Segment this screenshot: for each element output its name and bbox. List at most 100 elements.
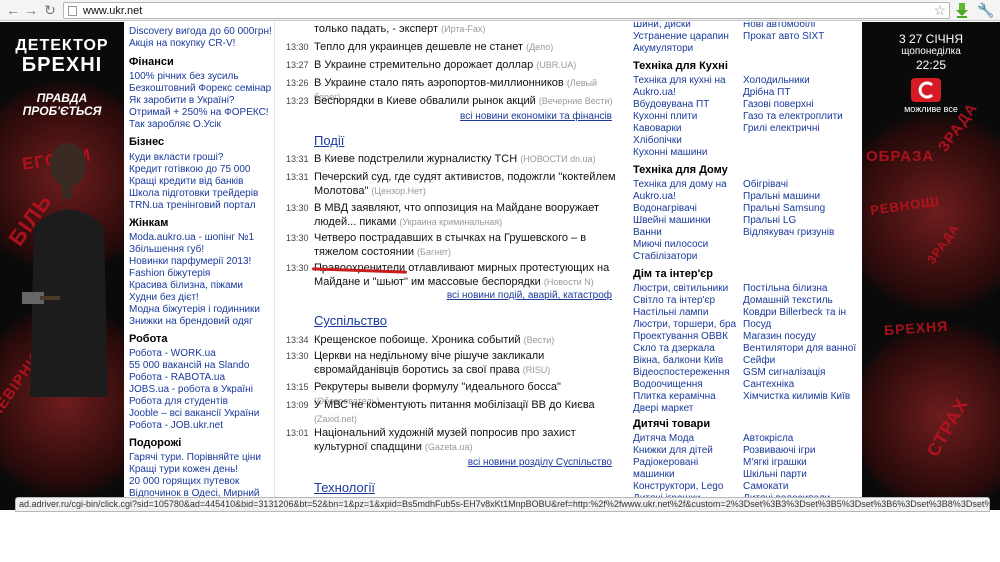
bookmark-star-icon[interactable]: ☆: [933, 2, 946, 19]
shop-link[interactable]: Конструктори, Lego: [633, 481, 723, 493]
section-title-link[interactable]: Суспільство: [314, 313, 387, 328]
news-headline[interactable]: Церкви на недільному віче рішуче заклика…: [314, 350, 544, 376]
ad-link[interactable]: Худни без дієт!: [129, 292, 199, 304]
news-headline[interactable]: В Украине стремительно дорожает доллар: [314, 59, 533, 71]
news-headline[interactable]: Рекрутеры вывели формулу "идеального бос…: [314, 381, 561, 393]
ad-link[interactable]: Збільшення губ!: [129, 244, 204, 256]
ad-link[interactable]: 20 000 горящих путевок: [129, 476, 239, 488]
shop-link[interactable]: Люстри, світильники: [633, 283, 728, 295]
shop-link[interactable]: Магазин посуду: [743, 331, 816, 343]
shop-link[interactable]: Нові автомобілі: [743, 22, 815, 31]
ad-link[interactable]: Кращі тури кожен день!: [129, 464, 238, 476]
shop-link[interactable]: Швейні машинки: [633, 215, 711, 227]
shop-link[interactable]: Хлібопічки: [633, 135, 682, 147]
news-item[interactable]: Тепло для украинцев дешевле не станет (Д…: [314, 40, 622, 54]
shop-link[interactable]: Дрібна ПТ: [743, 87, 790, 99]
shop-link[interactable]: Кухонні плити: [633, 111, 697, 123]
shop-link[interactable]: Пральні Samsung: [743, 203, 825, 215]
news-item[interactable]: В Украине стремительно дорожает доллар (…: [314, 58, 622, 72]
ad-link[interactable]: Акція на покупку CR-V!: [129, 38, 235, 50]
ad-link[interactable]: 55 000 вакансій на Slando: [129, 360, 249, 372]
shop-link[interactable]: Кухонні машини: [633, 147, 707, 159]
ad-link[interactable]: Moda.aukro.ua - шопінг №1: [129, 232, 254, 244]
news-headline[interactable]: У МВС не коментують питання мобілізації …: [314, 399, 595, 411]
shop-link[interactable]: Миючі пилососи: [633, 239, 708, 251]
ad-link[interactable]: Отримай + 250% на ФОРЕКС!: [129, 107, 269, 119]
section-title-link[interactable]: Технології: [314, 480, 375, 495]
ad-link[interactable]: Робота для студентів: [129, 396, 228, 408]
left-ad-banner[interactable]: ДЕТЕКТОР БРЕХНІ ПРАВДА ПРОБ'ЄТЬСЯ ЕГОЇЗМ…: [0, 22, 124, 510]
ad-link[interactable]: TRN.ua тренінговий портал: [129, 200, 256, 212]
news-item[interactable]: Беспорядки в Киеве обвалили рынок акций …: [314, 94, 622, 108]
ad-link[interactable]: Робота - WORK.ua: [129, 348, 216, 360]
shop-link[interactable]: Техніка для кухні на: [633, 75, 726, 87]
ad-link[interactable]: 100% річних без зусиль: [129, 71, 239, 83]
ad-link[interactable]: JOBS.ua - робота в Україні: [129, 384, 253, 396]
shop-link[interactable]: GSM сигналізація: [743, 367, 825, 379]
all-news-link[interactable]: всі новини розділу Суспільство: [468, 457, 612, 469]
news-headline[interactable]: Печерский суд, где судят активистов, под…: [314, 171, 616, 197]
news-headline[interactable]: только падать, - эксперт: [314, 23, 438, 35]
shop-link[interactable]: Вентилятори для ванної: [743, 343, 856, 355]
section-title-link[interactable]: Події: [314, 133, 344, 148]
ad-link[interactable]: Кращі кредити від банків: [129, 176, 243, 188]
address-bar[interactable]: www.ukr.net ☆: [63, 2, 950, 19]
ad-link[interactable]: Школа підготовки трейдерів: [129, 188, 258, 200]
shop-link[interactable]: Скло та дзеркала: [633, 343, 715, 355]
download-arrow-icon[interactable]: [955, 2, 969, 18]
ad-link[interactable]: Новинки парфумерії 2013!: [129, 256, 251, 268]
shop-link[interactable]: Пральні LG: [743, 215, 796, 227]
ad-link[interactable]: Кредит готівкою до 75 000: [129, 164, 250, 176]
shop-link[interactable]: Устранение царапин: [633, 31, 729, 43]
shop-link[interactable]: Вбудовувана ПТ: [633, 99, 709, 111]
shop-link[interactable]: М'ягкі іграшки: [743, 457, 807, 469]
shop-link[interactable]: Плитка керамічна: [633, 391, 716, 403]
news-headline[interactable]: В Украине стало пять аэропортов-миллионн…: [314, 77, 564, 89]
wrench-menu-icon[interactable]: 🔧: [977, 1, 994, 19]
shop-link[interactable]: Дитяча Мода: [633, 433, 694, 445]
shop-link[interactable]: Книжки для дітей: [633, 445, 713, 457]
ad-link[interactable]: Красива білизна, піжами: [129, 280, 243, 292]
shop-link[interactable]: машинки: [633, 469, 675, 481]
ad-link[interactable]: Знижки на брендовий одяг: [129, 316, 253, 328]
ad-link[interactable]: Модна біжутерія і годинники: [129, 304, 260, 316]
shop-link[interactable]: Автокрісла: [743, 433, 793, 445]
ad-link[interactable]: Як заробити в Україні?: [129, 95, 234, 107]
shop-link[interactable]: Сейфи: [743, 355, 775, 367]
all-news-link[interactable]: всі новини економіки та фінансів: [460, 111, 612, 123]
shop-link[interactable]: Водоочищення: [633, 379, 703, 391]
reload-icon[interactable]: ↻: [41, 2, 59, 19]
shop-link[interactable]: Відеоспостереження: [633, 367, 730, 379]
shop-link[interactable]: Aukro.ua!: [633, 87, 676, 99]
news-headline[interactable]: Беспорядки в Киеве обвалили рынок акций: [314, 95, 536, 107]
shop-link[interactable]: Пральні машини: [743, 191, 820, 203]
shop-link[interactable]: Світло та інтер'єр: [633, 295, 715, 307]
shop-link[interactable]: Двері маркет: [633, 403, 693, 415]
shop-link[interactable]: Настільні лампи: [633, 307, 708, 319]
news-item[interactable]: Церкви на недільному віче рішуче заклика…: [314, 349, 622, 377]
shop-link[interactable]: Посуд: [743, 319, 771, 331]
news-item[interactable]: Печерский суд, где судят активистов, под…: [314, 170, 622, 198]
shop-link[interactable]: Обігрівачі: [743, 179, 788, 191]
shop-link[interactable]: Хімчистка килимів Київ: [743, 391, 850, 403]
news-item[interactable]: Правоохренители отлавливают мирных проте…: [314, 261, 622, 289]
shop-link[interactable]: Газо та електроплити: [743, 111, 843, 123]
shop-link[interactable]: Відлякувач гризунів: [743, 227, 834, 239]
ad-link[interactable]: Робота - JOB.ukr.net: [129, 420, 223, 432]
shop-link[interactable]: Шини, диски: [633, 22, 691, 31]
news-headline[interactable]: Крещенское побоище. Хроника событий: [314, 334, 521, 346]
shop-link[interactable]: Проектування ОВВК: [633, 331, 728, 343]
news-item[interactable]: только падать, - эксперт (Ирта-Fax): [314, 22, 622, 36]
ad-link[interactable]: Безкоштовний Форекс семінар: [129, 83, 271, 95]
ad-link[interactable]: Гарячі тури. Порівняйте ціни: [129, 452, 261, 464]
ad-link[interactable]: Fashion біжутерія: [129, 268, 210, 280]
news-headline[interactable]: В Киеве подстрелили журналистку ТСН: [314, 153, 517, 165]
shop-link[interactable]: Грилі електричні: [743, 123, 820, 135]
news-item[interactable]: У МВС не коментують питання мобілізації …: [314, 398, 622, 426]
news-item[interactable]: Четверо пострадавших в стычках на Грушев…: [314, 231, 622, 259]
shop-link[interactable]: Розвиваючі ігри: [743, 445, 815, 457]
news-item[interactable]: Національний художній музей попросив про…: [314, 426, 622, 454]
news-headline[interactable]: Тепло для украинцев дешевле не станет: [314, 41, 523, 53]
news-item[interactable]: В МВД заявляют, что оппозиция на Майдане…: [314, 201, 622, 229]
ad-link[interactable]: Куди вкласти гроші?: [129, 152, 223, 164]
